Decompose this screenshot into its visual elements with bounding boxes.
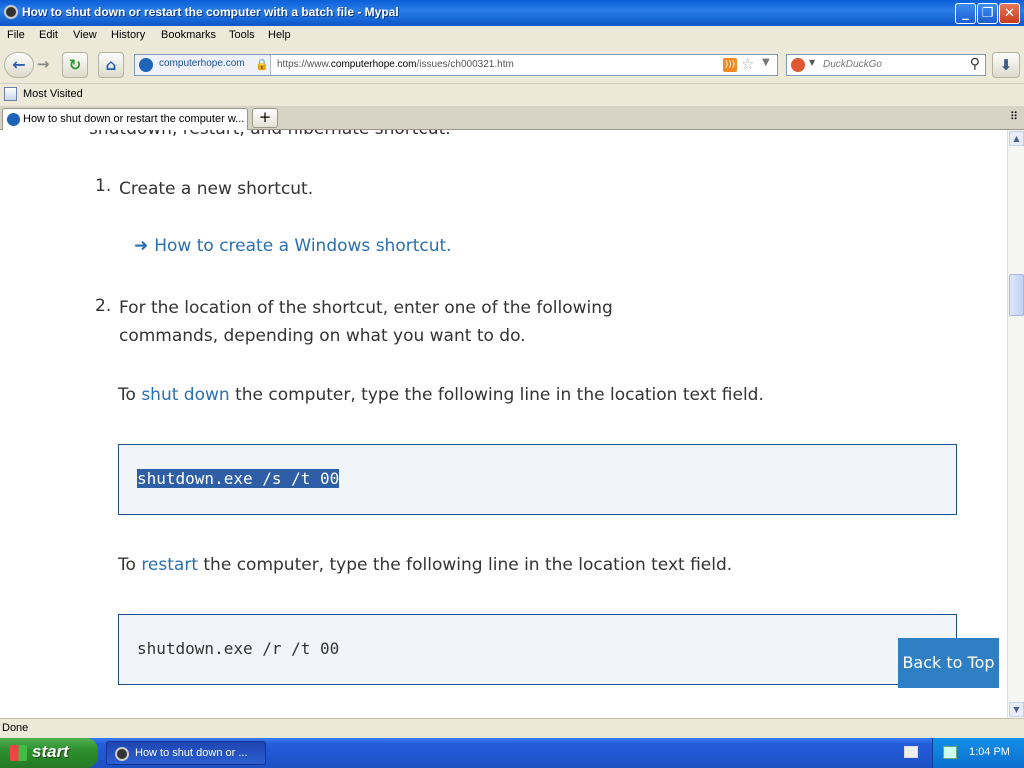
url-history-dropdown-icon[interactable]: ▼ — [762, 57, 770, 68]
menu-bar: File Edit View History Bookmarks Tools H… — [0, 26, 1024, 46]
windows-shortcut-link-row[interactable]: ➜ How to create a Windows shortcut. — [134, 236, 452, 256]
restart-code-box: shutdown.exe /r /t 00 — [118, 614, 957, 685]
restart-instruction: To restart the computer, type the follow… — [118, 555, 732, 575]
tab-list-icon[interactable]: ⠿ — [1010, 110, 1018, 123]
bookmarks-toolbar: Most Visited — [0, 84, 1024, 106]
status-text: Done — [2, 722, 29, 734]
scroll-up-icon[interactable]: ▲ — [1009, 131, 1024, 146]
forward-arrow-icon: → — [36, 55, 50, 73]
minimize-button[interactable]: _ — [955, 3, 976, 24]
system-tray: 1:04 PM — [932, 738, 1024, 768]
shutdown-instruction: To shut down the computer, type the foll… — [118, 385, 764, 405]
clock[interactable]: 1:04 PM — [969, 746, 1010, 758]
rss-feed-icon[interactable]: ))) — [723, 58, 737, 72]
start-button[interactable]: start — [0, 738, 98, 768]
tab-active[interactable]: How to shut down or restart the computer… — [2, 108, 248, 130]
home-button[interactable]: ⌂ — [98, 52, 124, 78]
downloads-button[interactable]: ⬇ — [992, 52, 1020, 78]
new-tab-button[interactable]: + — [252, 108, 278, 128]
download-arrow-icon: ⬇ — [999, 56, 1013, 74]
maximize-button[interactable]: ❐ — [977, 3, 998, 24]
step-1-number: 1. — [95, 176, 112, 196]
scroll-down-icon[interactable]: ▼ — [1009, 702, 1024, 717]
restart-pre: To — [118, 555, 142, 575]
start-label: start — [32, 742, 69, 761]
folder-icon — [4, 87, 17, 101]
menu-view[interactable]: View — [73, 29, 97, 41]
engine-dropdown-icon[interactable]: ▼ — [809, 58, 815, 67]
restart-command[interactable]: shutdown.exe /r /t 00 — [137, 639, 339, 658]
home-icon: ⌂ — [105, 56, 117, 74]
close-button[interactable]: ✕ — [999, 3, 1020, 24]
step-1-text: Create a new shortcut. — [119, 179, 314, 199]
menu-help[interactable]: Help — [268, 29, 291, 41]
tab-label: How to shut down or restart the computer… — [23, 113, 245, 125]
forward-button[interactable]: → — [32, 52, 54, 78]
shutdown-pre: To — [118, 385, 142, 405]
search-bar[interactable]: ▼ DuckDuckGo ⚲ — [786, 54, 986, 76]
reload-icon: ↻ — [68, 56, 82, 74]
shutdown-code-box: shutdown.exe /s /t 00 — [118, 444, 957, 515]
lock-icon: 🔒 — [255, 58, 269, 71]
back-arrow-icon: ← — [12, 55, 26, 74]
most-visited-bookmark[interactable]: Most Visited — [23, 88, 83, 100]
search-icon[interactable]: ⚲ — [970, 56, 980, 72]
menu-history[interactable]: History — [111, 29, 145, 41]
address-bar[interactable]: computerhope.com 🔒 https://www.computerh… — [134, 54, 778, 76]
clipped-previous-line: shutdown, restart, and hibernate shortcu… — [89, 130, 451, 139]
step-2-number: 2. — [95, 296, 112, 316]
keyboard-icon[interactable] — [904, 746, 918, 758]
url-domain: computerhope.com — [330, 59, 417, 70]
network-icon[interactable] — [943, 746, 957, 759]
tab-strip: How to shut down or restart the computer… — [0, 106, 1024, 130]
duckduckgo-engine-icon[interactable] — [791, 58, 805, 72]
taskbar-window-label: How to shut down or ... — [135, 747, 248, 759]
shut-down-link[interactable]: shut down — [141, 385, 229, 405]
menu-tools[interactable]: Tools — [229, 29, 255, 41]
menu-edit[interactable]: Edit — [39, 29, 58, 41]
page-content[interactable]: shutdown, restart, and hibernate shortcu… — [0, 130, 1007, 718]
mypal-app-icon[interactable] — [4, 5, 18, 19]
site-favicon-icon — [139, 58, 153, 72]
windows-taskbar: start How to shut down or ... 1:04 PM — [0, 738, 1024, 768]
restart-post: the computer, type the following line in… — [197, 555, 733, 575]
menu-bookmarks[interactable]: Bookmarks — [161, 29, 216, 41]
shutdown-command-selected[interactable]: shutdown.exe /s /t 00 — [137, 469, 340, 488]
plus-icon: + — [258, 108, 272, 126]
search-placeholder: DuckDuckGo — [823, 59, 882, 70]
step-2-line-2: commands, depending on what you want to … — [119, 326, 526, 346]
menu-file[interactable]: File — [7, 29, 25, 41]
restart-link[interactable]: restart — [141, 555, 198, 575]
windows-logo-icon — [10, 745, 27, 761]
reload-button[interactable]: ↻ — [62, 52, 88, 78]
site-identity-button[interactable]: computerhope.com 🔒 — [135, 55, 271, 75]
mypal-taskbar-icon — [115, 747, 129, 761]
windows-shortcut-link[interactable]: How to create a Windows shortcut. — [154, 236, 451, 256]
navigation-toolbar: ← → ↻ ⌂ computerhope.com 🔒 https://www.c… — [0, 46, 1024, 84]
tab-favicon-icon — [7, 113, 20, 126]
back-button[interactable]: ← — [4, 52, 34, 78]
url-path: /issues/ch000321.htm — [416, 59, 514, 70]
step-2-line-1: For the location of the shortcut, enter … — [119, 298, 613, 318]
arrow-right-icon: ➜ — [134, 236, 149, 256]
bookmark-star-icon[interactable]: ☆ — [741, 55, 754, 73]
window-title-bar[interactable]: How to shut down or restart the computer… — [0, 0, 1024, 26]
scrollbar-thumb[interactable] — [1009, 274, 1024, 316]
back-to-top-button[interactable]: Back to Top — [898, 638, 999, 688]
identity-domain: computerhope.com — [159, 58, 245, 69]
window-title: How to shut down or restart the computer… — [22, 5, 399, 19]
url-text[interactable]: https://www.computerhope.com/issues/ch00… — [277, 59, 514, 70]
status-bar: Done — [0, 718, 1024, 738]
url-prefix: https://www. — [277, 59, 331, 70]
taskbar-window-button[interactable]: How to shut down or ... — [106, 741, 266, 765]
shutdown-post: the computer, type the following line in… — [229, 385, 764, 405]
vertical-scrollbar[interactable]: ▲ ▼ — [1007, 130, 1024, 718]
